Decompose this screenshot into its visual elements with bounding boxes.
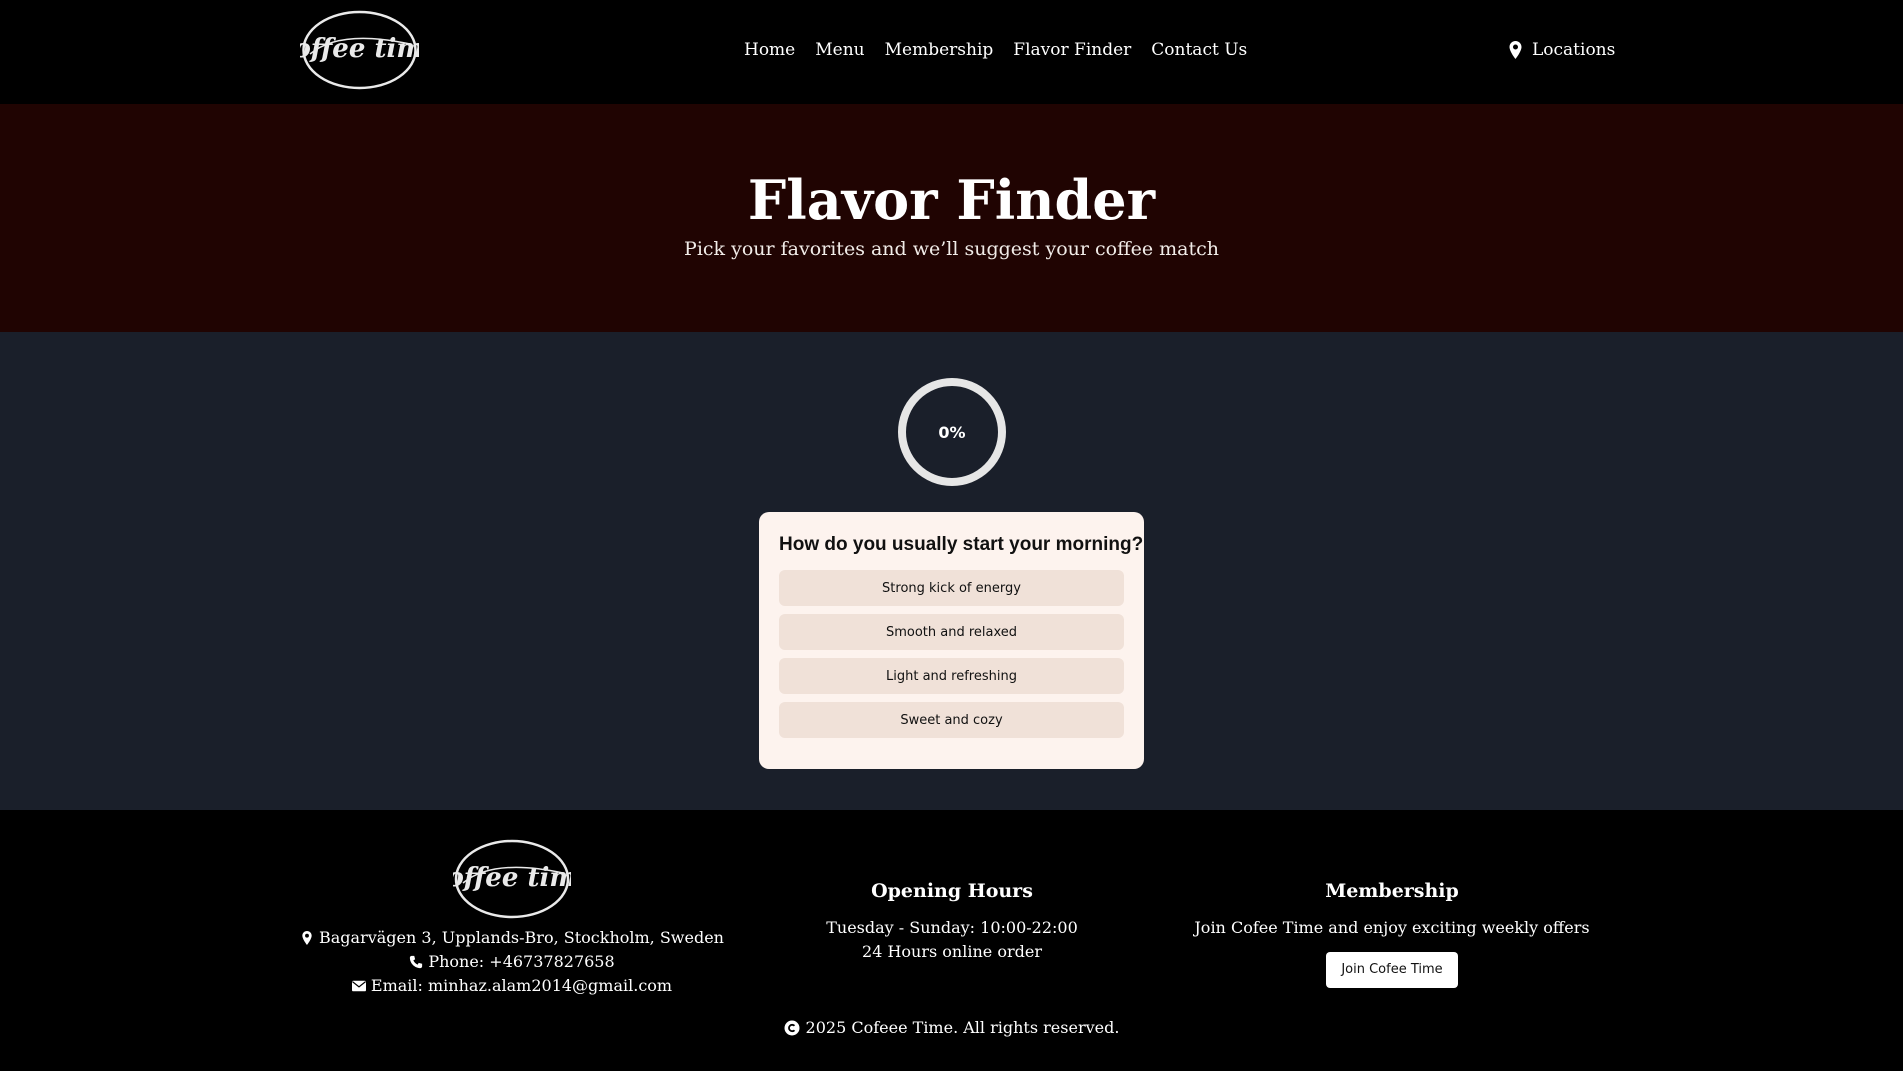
- answer-option-sweet[interactable]: Sweet and cozy: [779, 702, 1124, 738]
- answer-option-smooth[interactable]: Smooth and relaxed: [779, 614, 1124, 650]
- navbar: coffee time Home Menu Membership Flavor …: [0, 0, 1903, 104]
- footer-contact: Bagarvägen 3, Upplands-Bro, Stockholm, S…: [270, 926, 754, 998]
- flavor-finder-section: 0% How do you usually start your morning…: [0, 332, 1903, 810]
- locations-link[interactable]: Locations: [1509, 40, 1615, 60]
- nav-link-menu[interactable]: Menu: [815, 40, 864, 60]
- footer-membership: Membership Join Cofee Time and enjoy exc…: [1192, 880, 1592, 988]
- answer-option-strong[interactable]: Strong kick of energy: [779, 570, 1124, 606]
- map-pin-icon: [302, 931, 312, 945]
- svg-text:coffee time: coffee time: [300, 34, 419, 64]
- phone-icon: [410, 955, 423, 969]
- answer-option-light[interactable]: Light and refreshing: [779, 658, 1124, 694]
- opening-hours-days: Tuesday - Sunday: 10:00-22:00: [826, 918, 1078, 937]
- membership-text: Join Cofee Time and enjoy exciting weekl…: [1194, 918, 1590, 937]
- progress-ring: 0%: [896, 376, 1008, 488]
- footer-logo: coffee time: [453, 838, 571, 920]
- join-button[interactable]: Join Cofee Time: [1326, 952, 1458, 988]
- main-nav: Home Menu Membership Flavor Finder Conta…: [744, 40, 1267, 60]
- hero-banner: Flavor Finder Pick your favorites and we…: [0, 104, 1903, 332]
- map-pin-icon: [1509, 41, 1522, 59]
- phone-text[interactable]: Phone: +46737827658: [428, 950, 614, 974]
- locations-label: Locations: [1532, 40, 1616, 60]
- page-subtitle: Pick your favorites and we’ll suggest yo…: [684, 238, 1219, 260]
- nav-link-flavor-finder[interactable]: Flavor Finder: [1013, 40, 1131, 60]
- footer-email: Email: minhaz.alam2014@gmail.com: [270, 974, 754, 998]
- opening-hours-online: 24 Hours online order: [862, 942, 1042, 961]
- copyright-icon: [784, 1020, 800, 1035]
- copyright-text: 2025 Cofeee Time. All rights reserved.: [805, 1018, 1120, 1037]
- svg-text:coffee time: coffee time: [453, 863, 571, 893]
- quiz-question: How do you usually start your morning?: [779, 534, 1144, 555]
- email-text[interactable]: Email: minhaz.alam2014@gmail.com: [371, 974, 672, 998]
- footer-phone: Phone: +46737827658: [270, 950, 754, 974]
- footer: coffee time Bagarvägen 3, Upplands-Bro, …: [0, 810, 1903, 1071]
- envelope-icon: [351, 980, 366, 992]
- quiz-card: How do you usually start your morning? S…: [759, 512, 1144, 769]
- nav-link-membership[interactable]: Membership: [885, 40, 994, 60]
- progress-percent: 0%: [938, 422, 966, 442]
- address-text: Bagarvägen 3, Upplands-Bro, Stockholm, S…: [319, 928, 724, 947]
- nav-link-home[interactable]: Home: [744, 40, 795, 60]
- footer-opening-hours: Opening Hours Tuesday - Sunday: 10:00-22…: [752, 880, 1152, 964]
- page-title: Flavor Finder: [747, 168, 1156, 232]
- copyright: 2025 Cofeee Time. All rights reserved.: [0, 1018, 1903, 1037]
- coffee-time-logo[interactable]: coffee time: [300, 9, 419, 91]
- footer-address: Bagarvägen 3, Upplands-Bro, Stockholm, S…: [270, 926, 754, 950]
- nav-link-contact-us[interactable]: Contact Us: [1151, 40, 1247, 60]
- membership-heading: Membership: [1325, 880, 1459, 902]
- opening-hours-heading: Opening Hours: [871, 880, 1033, 902]
